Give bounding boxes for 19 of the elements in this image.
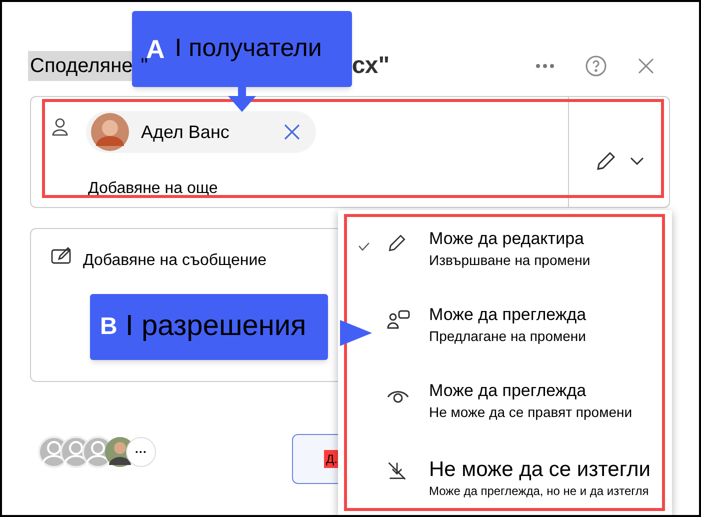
dialog-title: Споделяне — [28, 51, 135, 81]
add-more-placeholder: Добавяне на още — [88, 179, 218, 199]
option-title: Може да преглежда — [429, 304, 586, 326]
option-subtitle: Не може да се правят промени — [429, 403, 632, 422]
option-title: Може да редактира — [429, 228, 584, 250]
option-subtitle: Предлагане на промени — [429, 327, 586, 346]
dialog-title: сх" — [352, 51, 390, 81]
callout-text: I разрешения — [125, 309, 306, 344]
option-title: Не може да се изтегли — [429, 457, 651, 483]
callout-letter: B — [100, 312, 118, 342]
option-subtitle: Извършване на промени — [429, 251, 590, 270]
recipient-name: Адел Ванс — [141, 120, 230, 144]
option-subtitle: Може да преглежда, но не и да изтегля — [429, 483, 649, 500]
message-placeholder: Добавяне на съобщение — [83, 251, 267, 271]
callout-letter: А — [146, 32, 165, 66]
option-title: Може да преглежда — [429, 380, 586, 402]
annotation-tag: Д. — [324, 450, 340, 468]
callout-text: I получатели — [174, 33, 322, 64]
dialog-title: " — [140, 55, 148, 79]
